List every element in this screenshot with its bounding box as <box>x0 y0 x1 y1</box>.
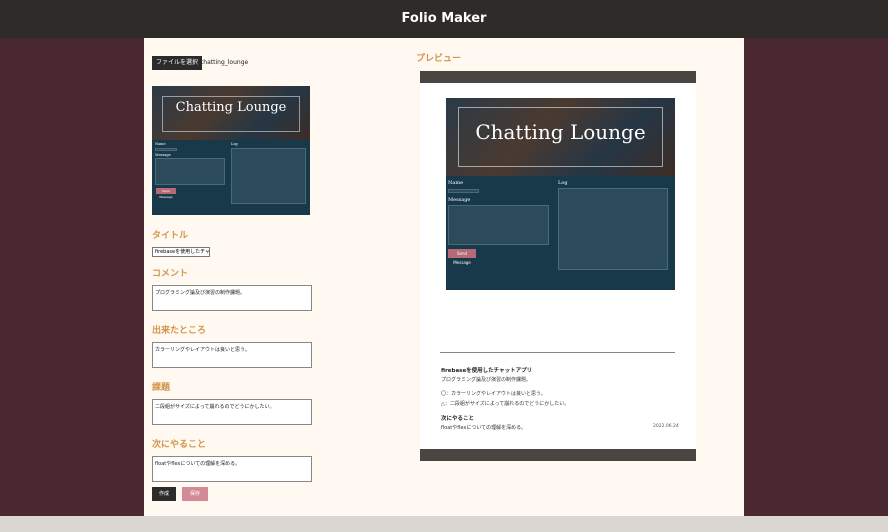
preview-comment: プログラミング論及び演習の制作課題。 <box>441 377 532 383</box>
thumbnail-name-field <box>155 148 177 151</box>
preview-next-heading: 次にやること <box>441 416 475 422</box>
preview-issue-line: △：二段組がサイズによって崩れるのでどうにかしたい。 <box>441 401 570 407</box>
good-points-heading: 出来たところ <box>152 326 207 336</box>
issues-heading: 課題 <box>152 383 171 393</box>
preview-message-field <box>448 205 549 245</box>
next-steps-textarea[interactable]: floatやflexについての理解を深める。 <box>152 456 312 482</box>
create-button[interactable]: 作成 <box>152 487 176 501</box>
preview-send-button: Send Message <box>448 249 476 265</box>
preview-name-label: Name <box>448 180 464 186</box>
preview-title: firebaseを使用したチャットアプリ <box>441 368 533 374</box>
thumbnail-log-label: Log <box>231 142 238 146</box>
selected-file-name: chatting_lounge <box>200 59 249 66</box>
preview-divider <box>440 352 675 353</box>
preview-good-line: 〇：カラーリングやレイアウトは良いと思う。 <box>441 391 546 397</box>
thumbnail-hero-title: Chatting Lounge <box>175 100 287 115</box>
preview-log-label: Log <box>558 180 568 186</box>
next-steps-heading: 次にやること <box>152 440 207 450</box>
preview-bottom-bar <box>420 449 696 461</box>
app-title: Folio Maker <box>401 11 487 26</box>
thumbnail-name-label: Name <box>155 142 166 146</box>
preview-screenshot: Chatting Lounge Name Message Send Messag… <box>446 98 675 290</box>
issues-textarea[interactable]: 二段組がサイズによって崩れるのでどうにかしたい。 <box>152 399 312 425</box>
title-heading: タイトル <box>152 231 189 241</box>
choose-file-button[interactable]: ファイルを選択 <box>152 56 203 70</box>
thumbnail-send-button: Send Message <box>156 188 176 199</box>
comment-heading: コメント <box>152 269 189 279</box>
save-button[interactable]: 保存 <box>182 487 208 501</box>
app-header: Folio Maker <box>0 0 888 38</box>
preview-card: Chatting Lounge Name Message Send Messag… <box>420 83 696 449</box>
thumbnail-log-box <box>231 148 306 204</box>
preview-top-bar <box>420 71 696 83</box>
title-input[interactable]: firebaseを使用したチャ <box>152 247 210 257</box>
bottom-bar <box>0 516 888 532</box>
main-panel: ファイルを選択 chatting_lounge Chatting Lounge … <box>144 38 744 516</box>
preview-hero-title: Chatting Lounge <box>475 120 646 144</box>
image-thumbnail: Chatting Lounge Name Message Send Messag… <box>152 86 310 215</box>
preview-next-text: floatやflexについての理解を深める。 <box>441 425 527 431</box>
preview-heading: プレビュー <box>416 54 462 64</box>
good-points-textarea[interactable]: カラーリングやレイアウトは良いと思う。 <box>152 342 312 368</box>
preview-message-label: Message <box>448 197 471 203</box>
preview-date: 2022.06.24 <box>653 424 679 429</box>
thumbnail-message-label: Message <box>155 153 171 157</box>
preview-name-field <box>448 189 479 193</box>
preview-log-box <box>558 188 668 270</box>
thumbnail-message-field <box>155 158 225 185</box>
comment-textarea[interactable]: プログラミング論及び演習の制作課題。 <box>152 285 312 311</box>
